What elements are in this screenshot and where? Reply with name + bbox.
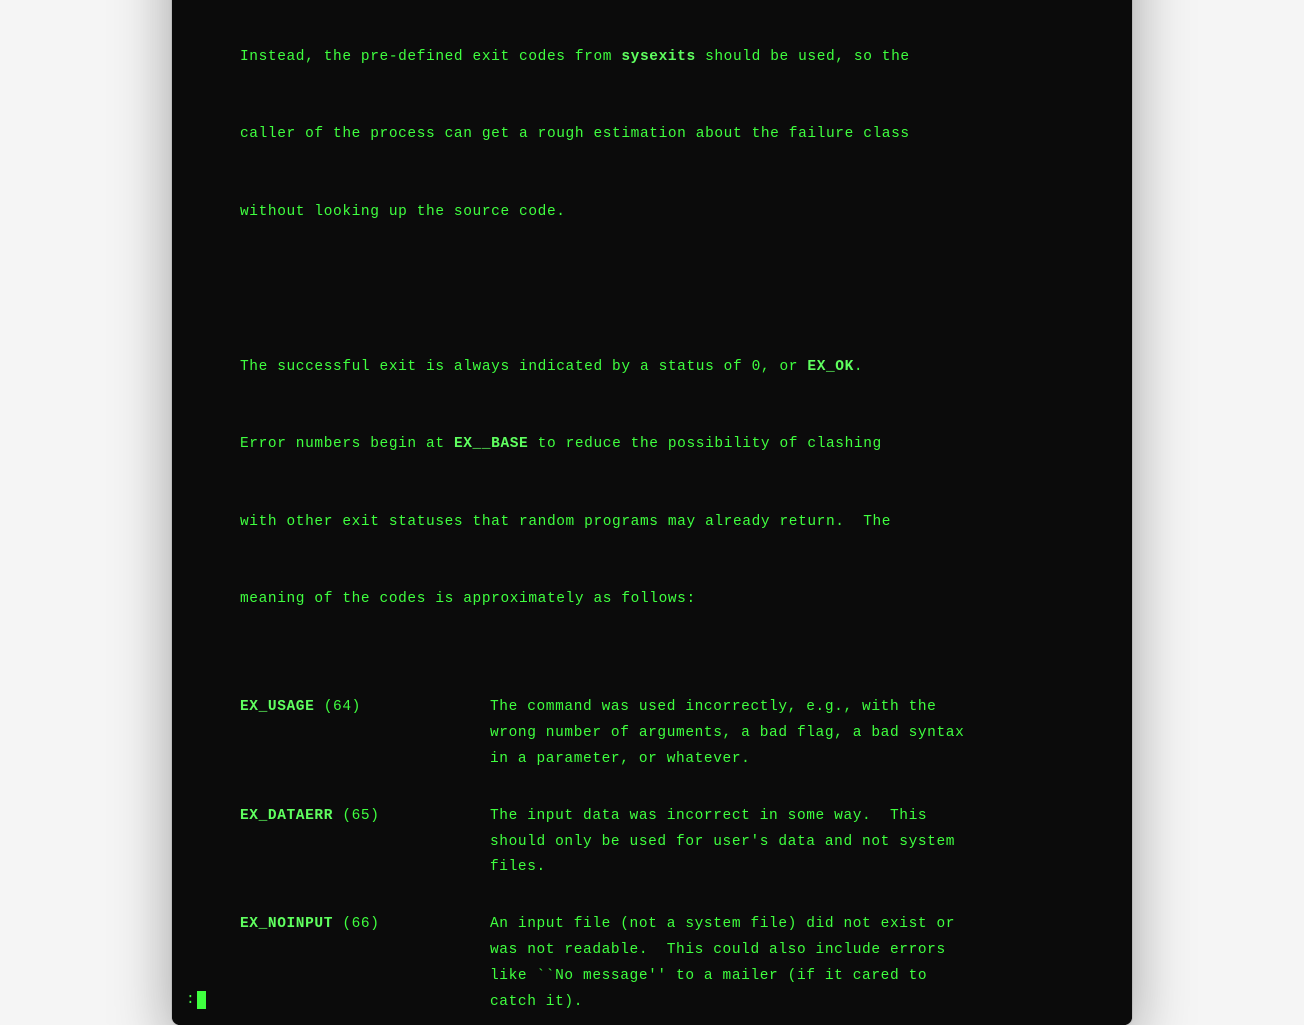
definition-term: EX_NOINPUT (66) <box>240 912 490 1015</box>
blank-line <box>190 773 1114 799</box>
blank-line <box>190 881 1114 907</box>
man-line: with other exit statuses that random pro… <box>240 510 1114 536</box>
definition-term: EX_USAGE (64) <box>240 695 490 772</box>
man-line: The successful exit is always indicated … <box>240 355 1114 381</box>
exit-code-number: (64) <box>314 699 361 715</box>
less-prompt[interactable]: : <box>186 988 206 1014</box>
man-line: meaning of the codes is approximately as… <box>240 587 1114 613</box>
definition-item: EX_NOINPUT (66)An input file (not a syst… <box>240 912 1114 1015</box>
definition-item: EX_USAGE (64)The command was used incorr… <box>240 695 1114 772</box>
prompt-char: : <box>186 988 195 1014</box>
blank-line <box>190 664 1114 690</box>
definition-list: EX_USAGE (64)The command was used incorr… <box>190 695 1114 1015</box>
man-paragraph: The successful exit is always indicated … <box>240 303 1114 664</box>
exit-code-name: EX_NOINPUT <box>240 916 333 932</box>
exit-code-number: (65) <box>333 808 380 824</box>
exit-code-number: (66) <box>333 916 380 932</box>
man-line: without looking up the source code. <box>240 200 1114 226</box>
definition-term: EX_DATAERR (65) <box>240 804 490 881</box>
bold-term: sysexits <box>621 49 695 65</box>
cursor-icon <box>197 991 206 1009</box>
definition-desc: The input data was incorrect in some way… <box>490 804 1114 881</box>
definition-desc: An input file (not a system file) did no… <box>490 912 1114 1015</box>
blank-line <box>190 277 1114 303</box>
man-line: caller of the process can get a rough es… <box>240 122 1114 148</box>
man-line: Instead, the pre-defined exit codes from… <box>240 45 1114 71</box>
man-line: Error numbers begin at EX__BASE to reduc… <box>240 432 1114 458</box>
definition-desc: The command was used incorrectly, e.g., … <box>490 695 1114 772</box>
exit-code-name: EX_DATAERR <box>240 808 333 824</box>
terminal-window: ⌂ cj — less ‹ man sysexits — 80×25 Accor… <box>172 0 1132 1025</box>
exit-code-name: EX_USAGE <box>240 699 314 715</box>
man-paragraph: According to style(9), it is not a good … <box>240 0 1114 277</box>
bold-term: EX__BASE <box>454 436 528 452</box>
terminal-content[interactable]: According to style(9), it is not a good … <box>172 0 1132 1025</box>
definition-item: EX_DATAERR (65)The input data was incorr… <box>240 804 1114 881</box>
bold-term: EX_OK <box>807 359 854 375</box>
